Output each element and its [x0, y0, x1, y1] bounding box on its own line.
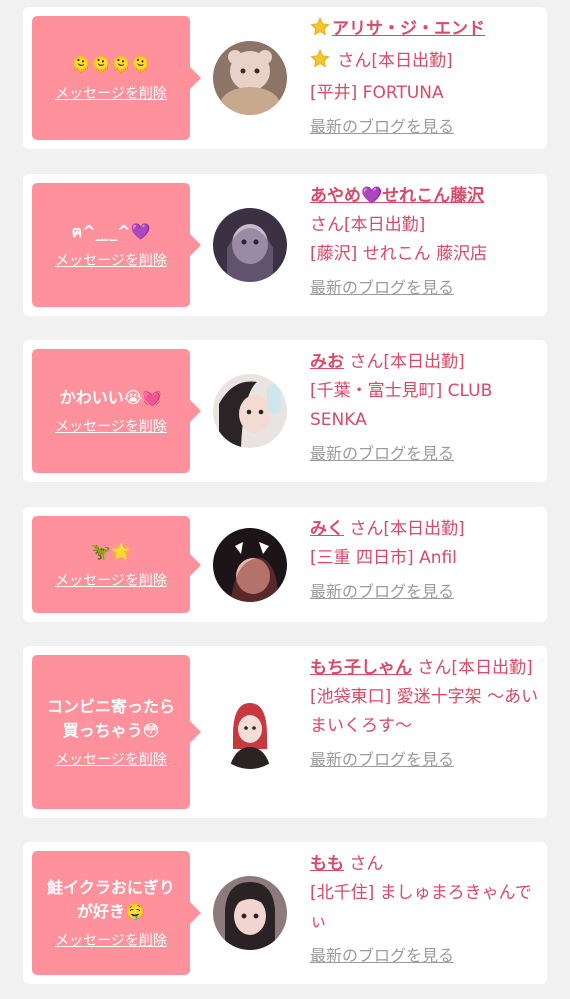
message-text: 🦖🌟 — [91, 541, 131, 561]
shop-location: [池袋東口] 愛迷十字架 〜あいまいくろす〜 — [310, 687, 539, 736]
work-status: [本日出勤] — [383, 519, 465, 539]
message-card: 🦖🌟 メッセージを削除 みく さん[本日出勤] [三重 四日市] Anfil 最… — [23, 507, 547, 622]
delete-message-link[interactable]: メッセージを削除 — [55, 930, 167, 950]
cast-name-link[interactable]: あやめ💜せれこん藤沢 — [310, 186, 484, 206]
avatar[interactable] — [213, 876, 287, 950]
star-icon — [310, 49, 330, 79]
work-status: [本日出勤] — [383, 352, 465, 372]
message-text: コンビニ寄ったら買っちゃう😳 — [46, 697, 175, 740]
cast-name-link[interactable]: もち子しゃん — [310, 658, 412, 678]
avatar[interactable] — [213, 528, 287, 602]
shop-location: [千葉・富士見町] CLUB SENKA — [310, 381, 493, 430]
message-bubble: 🦖🌟 メッセージを削除 — [32, 516, 201, 613]
honorific: さん — [310, 215, 344, 235]
cast-info: みく さん[本日出勤] [三重 四日市] Anfil 最新のブログを見る — [310, 515, 542, 603]
honorific: さん — [337, 51, 372, 71]
delete-message-link[interactable]: メッセージを削除 — [55, 749, 167, 769]
latest-blog-link[interactable]: 最新のブログを見る — [310, 443, 542, 465]
delete-message-link[interactable]: メッセージを削除 — [55, 416, 167, 436]
latest-blog-link[interactable]: 最新のブログを見る — [310, 945, 542, 967]
latest-blog-link[interactable]: 最新のブログを見る — [310, 581, 542, 603]
message-bubble: コンビニ寄ったら買っちゃう😳 メッセージを削除 — [32, 655, 201, 809]
message-bubble: ฅ^_ ̫_^💜 メッセージを削除 — [32, 183, 201, 307]
work-status: [本日出勤] — [371, 51, 453, 71]
message-card: 🫠🫠🫠🫠 メッセージを削除 アリサ・ジ・エンド さん[本日出勤] [平井] FO… — [23, 7, 547, 149]
message-text: 🫠🫠🫠🫠 — [71, 55, 151, 74]
cast-info: アリサ・ジ・エンド さん[本日出勤] [平井] FORTUNA 最新のブログを見… — [310, 15, 542, 138]
honorific: さん — [349, 519, 384, 539]
avatar[interactable] — [213, 374, 287, 448]
honorific: さん — [349, 854, 384, 874]
honorific: さん — [349, 352, 384, 372]
cast-info: あやめ💜せれこん藤沢 さん[本日出勤] [藤沢] せれこん 藤沢店 最新のブログ… — [310, 182, 542, 299]
delete-message-link[interactable]: メッセージを削除 — [55, 83, 167, 103]
message-text: 鮭イクラおにぎりが好き🤤 — [47, 878, 175, 921]
cast-info: もち子しゃん さん[本日出勤] [池袋東口] 愛迷十字架 〜あいまいくろす〜 最… — [310, 654, 542, 771]
cast-name-link[interactable]: みお — [310, 352, 344, 372]
avatar[interactable] — [213, 695, 287, 769]
avatar[interactable] — [213, 208, 287, 282]
latest-blog-link[interactable]: 最新のブログを見る — [310, 749, 542, 771]
avatar[interactable] — [213, 41, 287, 115]
message-text: ฅ^_ ̫_^💜 — [71, 222, 151, 241]
star-icon — [310, 17, 330, 47]
cast-info: みお さん[本日出勤] [千葉・富士見町] CLUB SENKA 最新のブログを… — [310, 348, 542, 465]
cast-name-link[interactable]: みく — [310, 519, 344, 539]
message-card: かわいい😭💓 メッセージを削除 みお さん[本日出勤] [千葉・富士見町] CL… — [23, 340, 547, 482]
message-card: 鮭イクラおにぎりが好き🤤 メッセージを削除 もも さん [北千住] ましゅまろき… — [23, 842, 547, 984]
cast-name-link[interactable]: もも — [310, 854, 344, 874]
message-bubble: 🫠🫠🫠🫠 メッセージを削除 — [32, 16, 201, 140]
cast-info: もも さん [北千住] ましゅまろきゃんでぃ 最新のブログを見る — [310, 850, 542, 967]
message-card: コンビニ寄ったら買っちゃう😳 メッセージを削除 もち子しゃん さん[本日出勤] … — [23, 646, 547, 818]
shop-location: [藤沢] せれこん 藤沢店 — [310, 244, 488, 264]
shop-location: [平井] FORTUNA — [310, 83, 444, 103]
message-feed: 🫠🫠🫠🫠 メッセージを削除 アリサ・ジ・エンド さん[本日出勤] [平井] FO… — [0, 0, 570, 999]
message-text: かわいい😭💓 — [59, 388, 163, 407]
work-status: [本日出勤] — [344, 215, 426, 235]
honorific: さん — [417, 658, 452, 678]
delete-message-link[interactable]: メッセージを削除 — [55, 570, 167, 590]
message-card: ฅ^_ ̫_^💜 メッセージを削除 あやめ💜せれこん藤沢 さん[本日出勤] [藤… — [23, 174, 547, 316]
shop-location: [三重 四日市] Anfil — [310, 548, 457, 568]
latest-blog-link[interactable]: 最新のブログを見る — [310, 277, 542, 299]
delete-message-link[interactable]: メッセージを削除 — [55, 250, 167, 270]
work-status: [本日出勤] — [451, 658, 533, 678]
cast-name-link[interactable]: アリサ・ジ・エンド — [332, 19, 485, 39]
message-bubble: かわいい😭💓 メッセージを削除 — [32, 349, 201, 473]
latest-blog-link[interactable]: 最新のブログを見る — [310, 116, 542, 138]
shop-location: [北千住] ましゅまろきゃんでぃ — [310, 883, 532, 932]
message-bubble: 鮭イクラおにぎりが好き🤤 メッセージを削除 — [32, 851, 201, 975]
